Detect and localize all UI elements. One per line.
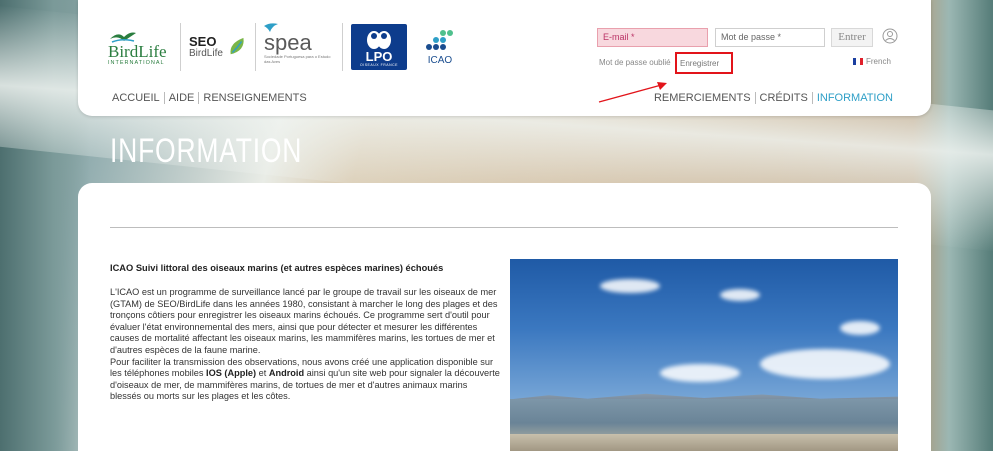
nav-renseignements[interactable]: RENSEIGNEMENTS [199, 92, 310, 104]
article-paragraph-2: Pour faciliter la transmission des obser… [110, 356, 500, 402]
seo-logo-subtext: BirdLife [189, 47, 223, 59]
red-annotation-arrow [598, 82, 667, 103]
lpo-logo[interactable]: LPO OISEAUX FRANCE [351, 24, 407, 70]
register-label: Enregistrer [680, 59, 720, 68]
nav-aide[interactable]: AIDE [165, 92, 199, 104]
dots-icon [426, 29, 453, 50]
email-placeholder: E-mail * [603, 32, 635, 42]
language-selector[interactable]: French [853, 57, 891, 66]
register-link[interactable]: Enregistrer [675, 52, 733, 74]
main-nav-left: ACCUEIL AIDE RENSEIGNEMENTS [108, 92, 311, 104]
article-paragraph-1: L'ICAO est un programme de surveillance … [110, 287, 498, 355]
divider [110, 227, 898, 228]
site-header: BirdLife INTERNATIONAL SEO BirdLife spea… [78, 0, 931, 116]
article-body: L'ICAO est un programme de surveillance … [110, 287, 500, 403]
login-button[interactable]: Entrer [831, 28, 873, 47]
password-placeholder: Mot de passe * [721, 32, 782, 42]
spea-logo[interactable]: spea Sociedade Portuguesa para o Estudo … [264, 22, 334, 72]
seo-birdlife-logo[interactable]: SEO BirdLife [189, 22, 247, 72]
birdlife-logo-subtext: INTERNATIONAL [108, 59, 165, 66]
icao-logo[interactable]: ICAO [417, 22, 463, 72]
email-input[interactable]: E-mail * [597, 28, 708, 47]
article-title: ICAO Suivi littoral des oiseaux marins (… [110, 263, 444, 273]
beach-photo [510, 259, 898, 451]
seo-logo-text: SEO [189, 33, 217, 49]
nav-credits[interactable]: CRÉDITS [756, 92, 812, 104]
spea-logo-text: spea [264, 30, 312, 55]
password-input[interactable]: Mot de passe * [715, 28, 825, 47]
bird-icon [110, 32, 136, 43]
birdlife-logo[interactable]: BirdLife INTERNATIONAL [108, 22, 172, 72]
nav-information[interactable]: INFORMATION [813, 92, 897, 104]
nav-accueil[interactable]: ACCUEIL [108, 92, 164, 104]
language-label: French [866, 57, 891, 66]
content-card: ICAO Suivi littoral des oiseaux marins (… [78, 183, 931, 451]
page-title: INFORMATION [110, 132, 303, 170]
forgot-password-link[interactable]: Mot de passe oublié [599, 58, 671, 67]
ios-label: IOS (Apple) [206, 368, 257, 379]
lpo-logo-text: LPO [365, 49, 393, 64]
leaf-bird-icon [230, 37, 244, 55]
birdlife-logo-text: BirdLife [108, 41, 167, 61]
partner-logos: BirdLife INTERNATIONAL SEO BirdLife spea… [108, 22, 463, 72]
user-circle-icon[interactable] [882, 28, 898, 44]
icao-logo-text: ICAO [427, 54, 453, 66]
lpo-logo-subtext: OISEAUX FRANCE [360, 63, 398, 67]
puffin-icon [367, 31, 391, 49]
spea-logo-subtext: Sociedade Portuguesa para o Estudo das A… [264, 54, 331, 64]
main-nav-right: REMERCIEMENTS CRÉDITS INFORMATION [650, 92, 897, 104]
flag-france-icon [853, 58, 863, 65]
android-label: Android [268, 368, 305, 379]
